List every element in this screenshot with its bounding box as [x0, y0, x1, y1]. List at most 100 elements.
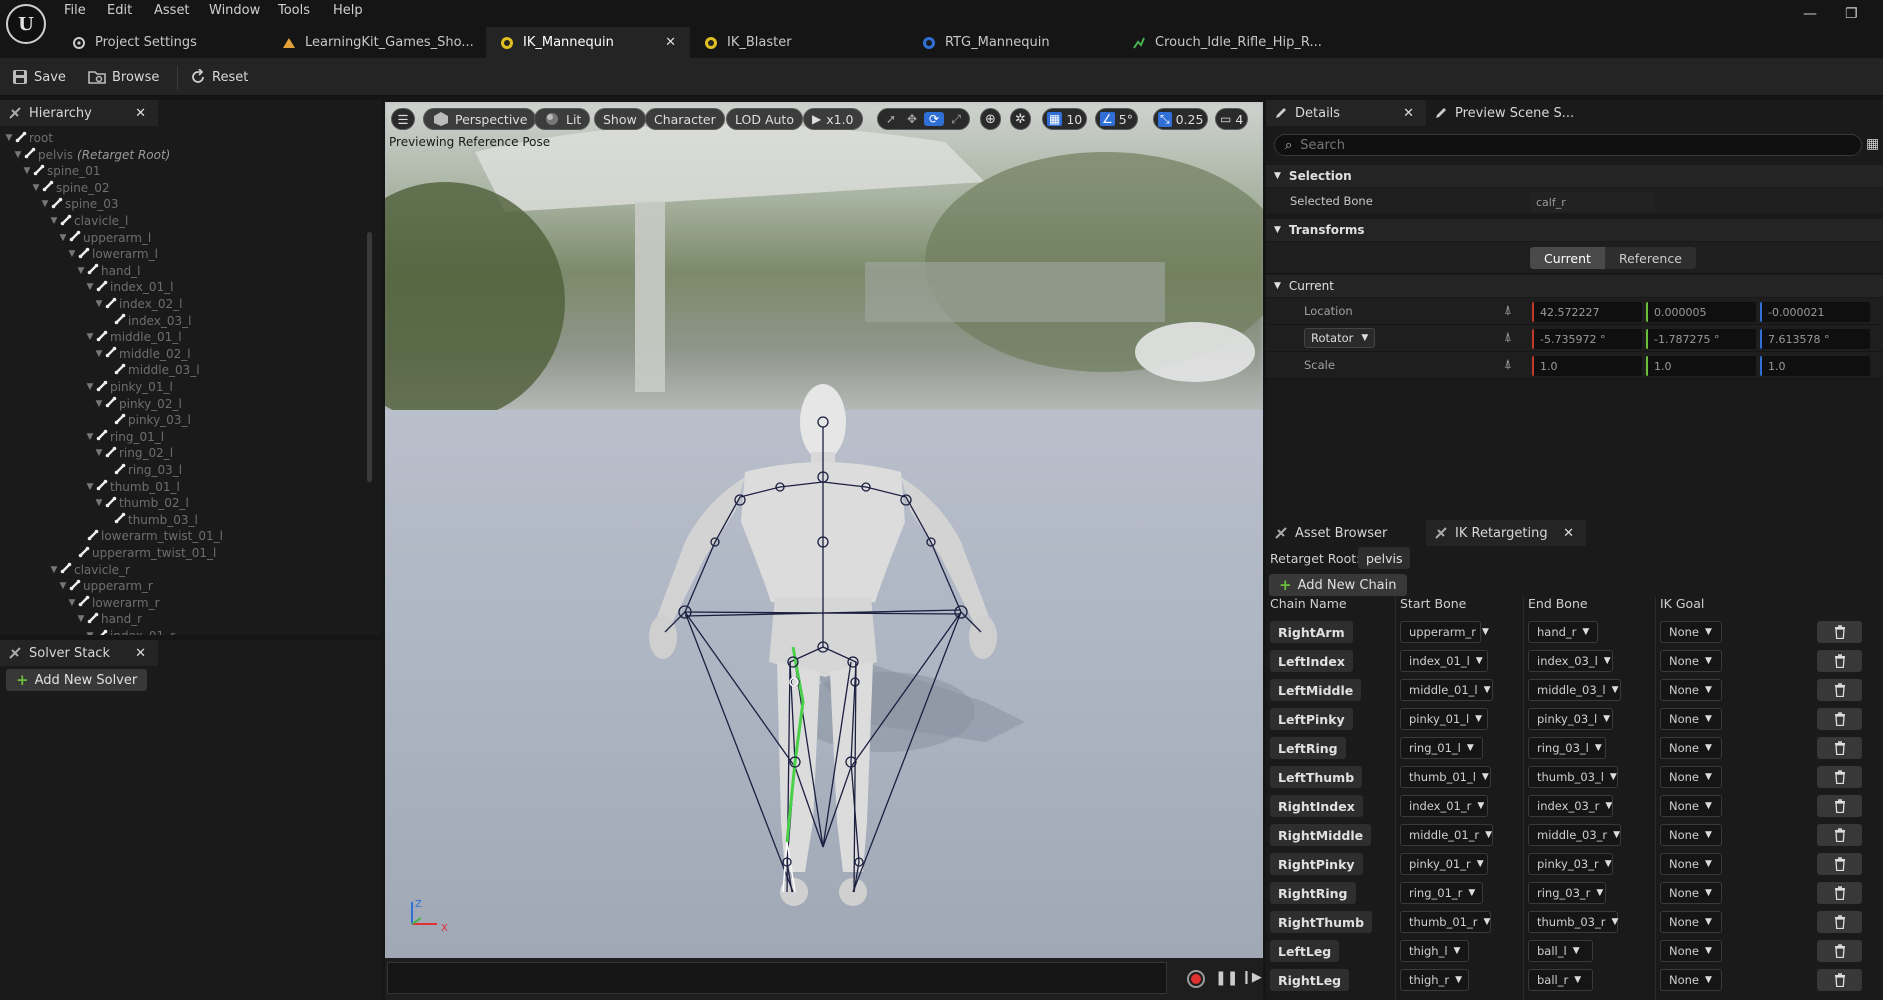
hierarchy-scrollbar[interactable] — [367, 232, 372, 482]
reset-button[interactable]: Reset — [190, 67, 248, 87]
expand-arrow-icon[interactable]: ▼ — [85, 282, 95, 292]
tree-item-ring-01-l[interactable]: ▼ ring_01_l — [85, 429, 165, 445]
section-current[interactable]: ▼ Current — [1266, 275, 1883, 297]
tree-item-lowerarm-twist-01-l[interactable]: lowerarm_twist_01_l — [76, 528, 223, 544]
restore-icon[interactable]: ❐ — [1845, 6, 1858, 22]
lit-button[interactable]: Lit — [534, 108, 591, 130]
play-speed-button[interactable]: ▶ x1.0 — [803, 108, 863, 130]
start-bone-dropdown[interactable]: upperarm_r ▼ — [1400, 621, 1489, 643]
ik-goal-dropdown[interactable]: None ▼ — [1660, 737, 1722, 759]
ik-goal-dropdown[interactable]: None ▼ — [1660, 621, 1722, 643]
chain-name-field[interactable]: LeftThumb — [1270, 766, 1363, 788]
delete-chain-button[interactable] — [1817, 708, 1862, 730]
expand-arrow-icon[interactable]: ▼ — [76, 266, 86, 276]
ik-goal-dropdown[interactable]: None ▼ — [1660, 708, 1722, 730]
viewport[interactable]: ☰ Perspective Lit Show Character LOD Aut… — [385, 102, 1263, 960]
delete-chain-button[interactable] — [1817, 940, 1862, 962]
retarget-root-value[interactable]: pelvis — [1358, 547, 1411, 569]
expand-arrow-icon[interactable]: ▼ — [85, 482, 95, 492]
start-bone-dropdown[interactable]: thumb_01_r ▼ — [1400, 911, 1491, 933]
tree-item-middle-02-l[interactable]: ▼ middle_02_l — [94, 346, 191, 362]
start-bone-dropdown[interactable]: thumb_01_l ▼ — [1400, 766, 1491, 788]
tree-item-middle-01-l[interactable]: ▼ middle_01_l — [85, 329, 182, 345]
ik-goal-dropdown[interactable]: None ▼ — [1660, 969, 1722, 991]
close-icon[interactable]: ✕ — [131, 646, 150, 661]
chain-name-field[interactable]: RightMiddle — [1270, 824, 1372, 846]
tree-item-pinky-02-l[interactable]: ▼ pinky_02_l — [94, 396, 182, 412]
expand-arrow-icon[interactable]: ▼ — [94, 399, 104, 409]
tree-item-clavicle-l[interactable]: ▼ clavicle_l — [49, 213, 129, 229]
pause-button[interactable]: ❚❚ — [1215, 970, 1238, 986]
translate-icon[interactable]: ✥ — [903, 112, 921, 126]
delete-chain-button[interactable] — [1817, 853, 1862, 875]
expand-arrow-icon[interactable]: ▼ — [13, 150, 23, 160]
delete-chain-button[interactable] — [1817, 795, 1862, 817]
delete-chain-button[interactable] — [1817, 882, 1862, 904]
tree-item-spine-01[interactable]: ▼ spine_01 — [22, 163, 101, 179]
close-icon[interactable]: ✕ — [1559, 526, 1578, 541]
start-bone-dropdown[interactable]: index_01_r ▼ — [1400, 795, 1488, 817]
tree-item-pinky-01-l[interactable]: ▼ pinky_01_l — [85, 379, 173, 395]
start-bone-dropdown[interactable]: thigh_r ▼ — [1400, 969, 1469, 991]
reset-to-default-icon[interactable]: ⍋ — [1504, 330, 1512, 345]
start-bone-dropdown[interactable]: ring_01_r ▼ — [1400, 882, 1483, 904]
delete-chain-button[interactable] — [1817, 679, 1862, 701]
location-y-field[interactable]: 0.000005 — [1646, 302, 1756, 322]
reset-to-default-icon[interactable]: ⍋ — [1504, 357, 1512, 372]
menu-file[interactable]: File — [64, 3, 86, 21]
end-bone-dropdown[interactable]: ball_r ▼ — [1528, 969, 1593, 991]
end-bone-dropdown[interactable]: middle_03_l ▼ — [1528, 679, 1621, 701]
tab-hierarchy[interactable]: Hierarchy ✕ — [0, 100, 158, 126]
tab-preview-scene[interactable]: Preview Scene S... — [1426, 100, 1586, 126]
scale-x-field[interactable]: 1.0 — [1532, 356, 1642, 376]
menu-window[interactable]: Window — [209, 3, 260, 21]
rotate-icon[interactable]: ⟳ — [924, 112, 944, 126]
start-bone-dropdown[interactable]: pinky_01_l ▼ — [1400, 708, 1488, 730]
end-bone-dropdown[interactable]: ball_l ▼ — [1528, 940, 1593, 962]
add-new-solver-button[interactable]: + Add New Solver — [6, 669, 148, 691]
add-new-chain-button[interactable]: + Add New Chain — [1269, 574, 1407, 596]
end-bone-dropdown[interactable]: middle_03_r ▼ — [1528, 824, 1621, 846]
tree-item-index-02-l[interactable]: ▼ index_02_l — [94, 296, 183, 312]
start-bone-dropdown[interactable]: pinky_01_r ▼ — [1400, 853, 1488, 875]
tab-details[interactable]: Details ✕ — [1266, 100, 1426, 126]
ik-goal-dropdown[interactable]: None ▼ — [1660, 882, 1722, 904]
tab-ik-retargeting[interactable]: IK Retargeting ✕ — [1426, 520, 1586, 546]
ik-goal-dropdown[interactable]: None ▼ — [1660, 795, 1722, 817]
chain-name-field[interactable]: RightThumb — [1270, 911, 1373, 933]
expand-arrow-icon[interactable]: ▼ — [4, 133, 14, 143]
expand-arrow-icon[interactable]: ▼ — [58, 233, 68, 243]
tree-item-thumb-02-l[interactable]: ▼ thumb_02_l — [94, 495, 189, 511]
tree-item-upperarm-twist-01-l[interactable]: upperarm_twist_01_l — [67, 545, 216, 561]
expand-arrow-icon[interactable]: ▼ — [76, 614, 86, 624]
close-icon[interactable]: ✕ — [1399, 106, 1418, 121]
start-bone-dropdown[interactable]: ring_01_l ▼ — [1400, 737, 1483, 759]
chain-name-field[interactable]: RightArm — [1270, 621, 1353, 643]
tree-item-hand-l[interactable]: ▼ hand_l — [76, 263, 141, 279]
expand-arrow-icon[interactable]: ▼ — [94, 498, 104, 508]
ik-goal-dropdown[interactable]: None ▼ — [1660, 679, 1722, 701]
chain-name-field[interactable]: LeftPinky — [1270, 708, 1353, 730]
tree-item-pinky-03-l[interactable]: pinky_03_l — [103, 412, 191, 428]
details-search-input[interactable]: ⌕ Search — [1274, 134, 1862, 156]
step-forward-button[interactable]: ❙▶ — [1241, 970, 1262, 985]
unreal-logo-icon[interactable]: U — [6, 4, 46, 44]
reference-toggle[interactable]: Reference — [1604, 247, 1696, 269]
start-bone-dropdown[interactable]: thigh_l ▼ — [1400, 940, 1469, 962]
close-icon[interactable]: ✕ — [665, 35, 676, 50]
chain-name-field[interactable]: RightLeg — [1270, 969, 1350, 991]
end-bone-dropdown[interactable]: index_03_r ▼ — [1528, 795, 1613, 817]
selected-bone-field[interactable]: calf_r — [1530, 192, 1655, 212]
angle-snap-button[interactable]: ∠ 5° — [1095, 108, 1138, 130]
tree-item-spine-03[interactable]: ▼ spine_03 — [40, 196, 119, 212]
character-button[interactable]: Character — [645, 108, 725, 130]
camera-speed-button[interactable]: ▭ 4 — [1215, 108, 1249, 130]
expand-arrow-icon[interactable]: ▼ — [85, 432, 95, 442]
expand-arrow-icon[interactable]: ▼ — [94, 349, 104, 359]
expand-arrow-icon[interactable]: ▼ — [85, 631, 95, 635]
scale-icon[interactable]: ⤢ — [947, 112, 965, 127]
browse-button[interactable]: Browse — [88, 67, 159, 87]
tree-item-spine-02[interactable]: ▼ spine_02 — [31, 180, 110, 196]
delete-chain-button[interactable] — [1817, 824, 1862, 846]
section-transforms[interactable]: ▼ Transforms — [1266, 219, 1883, 241]
